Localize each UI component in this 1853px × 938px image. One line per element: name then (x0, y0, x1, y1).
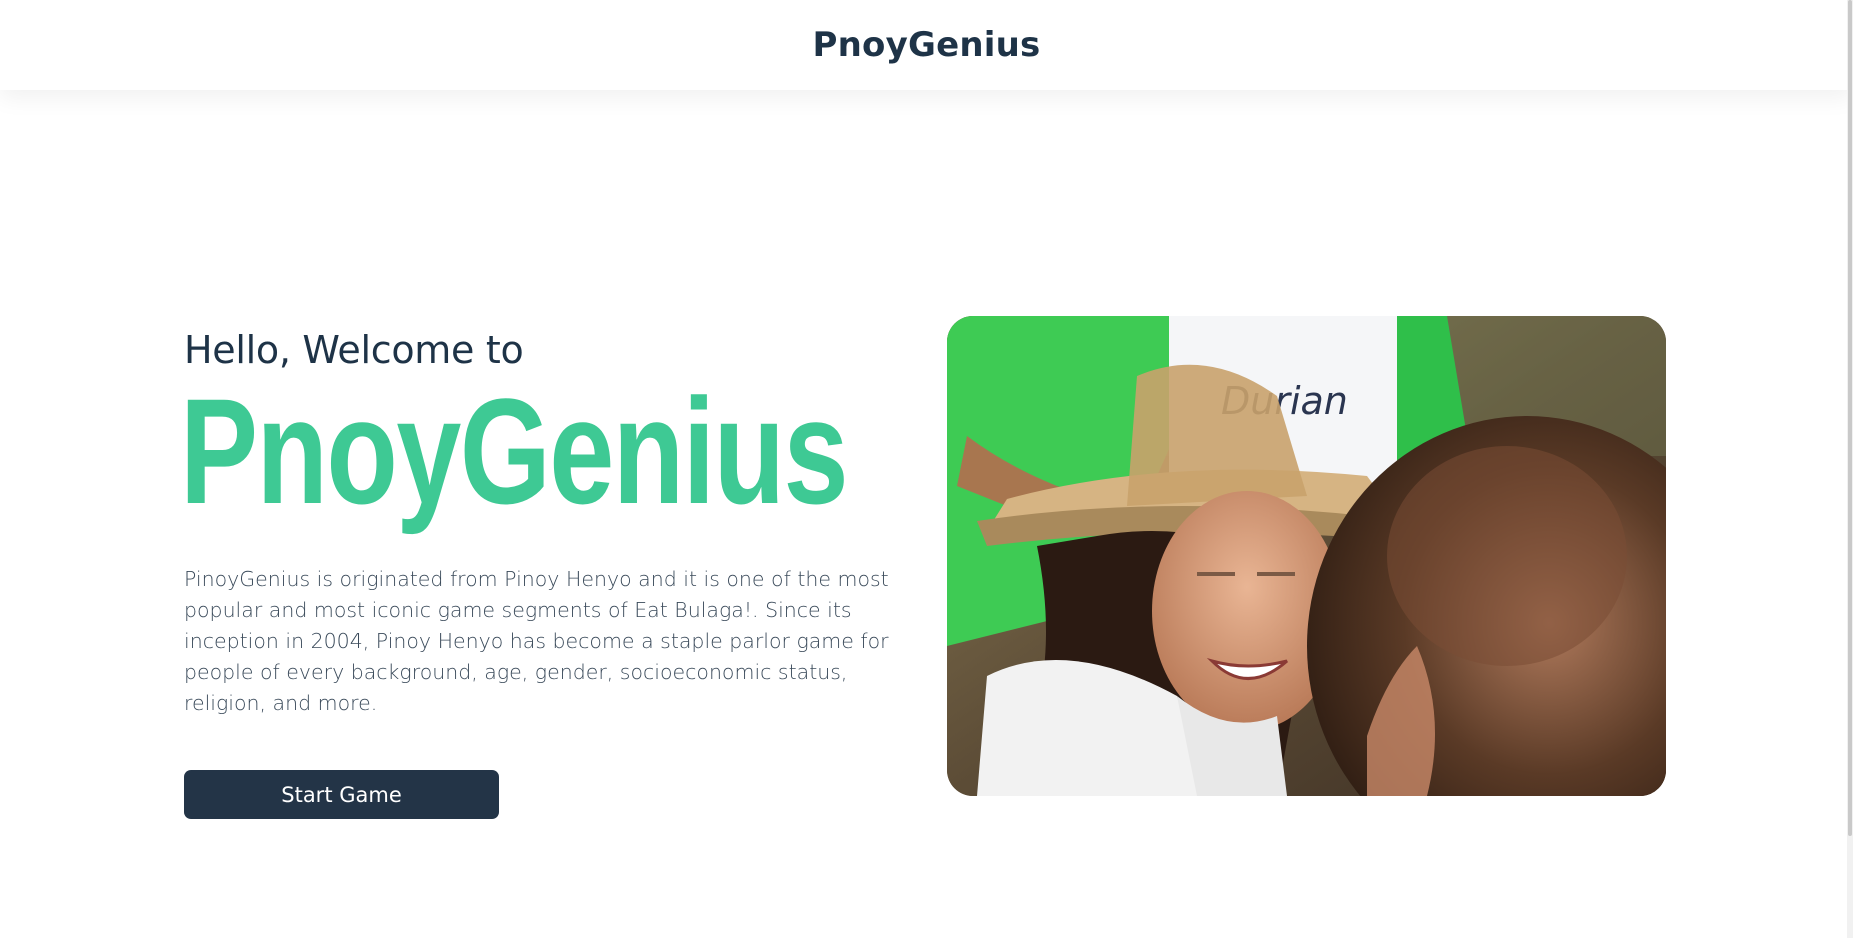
hero-title: PnoyGenius (180, 367, 849, 535)
page-scrollbar[interactable] (1847, 0, 1853, 938)
hero-text-column: Hello, Welcome to PnoyGenius PinoyGenius… (180, 316, 914, 719)
hero-photo-illustration: Durian (947, 316, 1666, 796)
hero-greeting: Hello, Welcome to (184, 328, 524, 372)
hero-photo: Durian (947, 316, 1666, 796)
scrollbar-thumb[interactable] (1848, 0, 1852, 836)
brand-logo-text[interactable]: PnoyGenius (813, 25, 1041, 65)
hero-section: Hello, Welcome to PnoyGenius PinoyGenius… (180, 316, 1666, 819)
start-game-button[interactable]: Start Game (184, 770, 499, 819)
navbar: PnoyGenius (0, 0, 1853, 90)
hero-description: PinoyGenius is originated from Pinoy Hen… (184, 567, 889, 715)
